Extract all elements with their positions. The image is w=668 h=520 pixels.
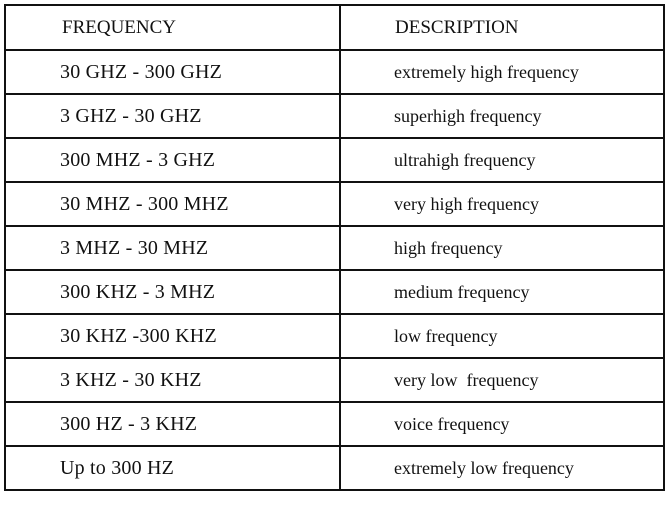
header-frequency: FREQUENCY	[4, 4, 341, 51]
frequency-cell: 3 MHZ - 30 MHZ	[4, 225, 341, 271]
table-row: 300 MHZ - 3 GHZ ultrahigh frequency	[4, 137, 665, 183]
frequency-cell: 30 KHZ -300 KHZ	[4, 313, 341, 359]
table-row: 30 KHZ -300 KHZ low frequency	[4, 313, 665, 359]
description-cell: extremely high frequency	[339, 49, 665, 95]
description-cell: low frequency	[339, 313, 665, 359]
table-row: 300 KHZ - 3 MHZ medium frequency	[4, 269, 665, 315]
frequency-table: FREQUENCY DESCRIPTION 30 GHZ - 300 GHZ e…	[4, 4, 665, 491]
description-cell: high frequency	[339, 225, 665, 271]
description-cell: ultrahigh frequency	[339, 137, 665, 183]
description-cell: extremely low frequency	[339, 445, 665, 491]
description-cell: superhigh frequency	[339, 93, 665, 139]
table-row: 3 MHZ - 30 MHZ high frequency	[4, 225, 665, 271]
frequency-cell: 300 MHZ - 3 GHZ	[4, 137, 341, 183]
description-cell: very high frequency	[339, 181, 665, 227]
header-description: DESCRIPTION	[339, 4, 665, 51]
table-row: Up to 300 HZ extremely low frequency	[4, 445, 665, 491]
table-row: 300 HZ - 3 KHZ voice frequency	[4, 401, 665, 447]
description-cell: very low frequency	[339, 357, 665, 403]
table-row: 30 MHZ - 300 MHZ very high frequency	[4, 181, 665, 227]
description-cell: medium frequency	[339, 269, 665, 315]
frequency-cell: 30 MHZ - 300 MHZ	[4, 181, 341, 227]
table-row: 3 GHZ - 30 GHZ superhigh frequency	[4, 93, 665, 139]
frequency-cell: 3 KHZ - 30 KHZ	[4, 357, 341, 403]
table-header-row: FREQUENCY DESCRIPTION	[4, 4, 665, 51]
table-row: 3 KHZ - 30 KHZ very low frequency	[4, 357, 665, 403]
frequency-cell: 3 GHZ - 30 GHZ	[4, 93, 341, 139]
table-row: 30 GHZ - 300 GHZ extremely high frequenc…	[4, 49, 665, 95]
frequency-cell: 300 KHZ - 3 MHZ	[4, 269, 341, 315]
frequency-cell: 300 HZ - 3 KHZ	[4, 401, 341, 447]
frequency-cell: Up to 300 HZ	[4, 445, 341, 491]
description-cell: voice frequency	[339, 401, 665, 447]
frequency-cell: 30 GHZ - 300 GHZ	[4, 49, 341, 95]
